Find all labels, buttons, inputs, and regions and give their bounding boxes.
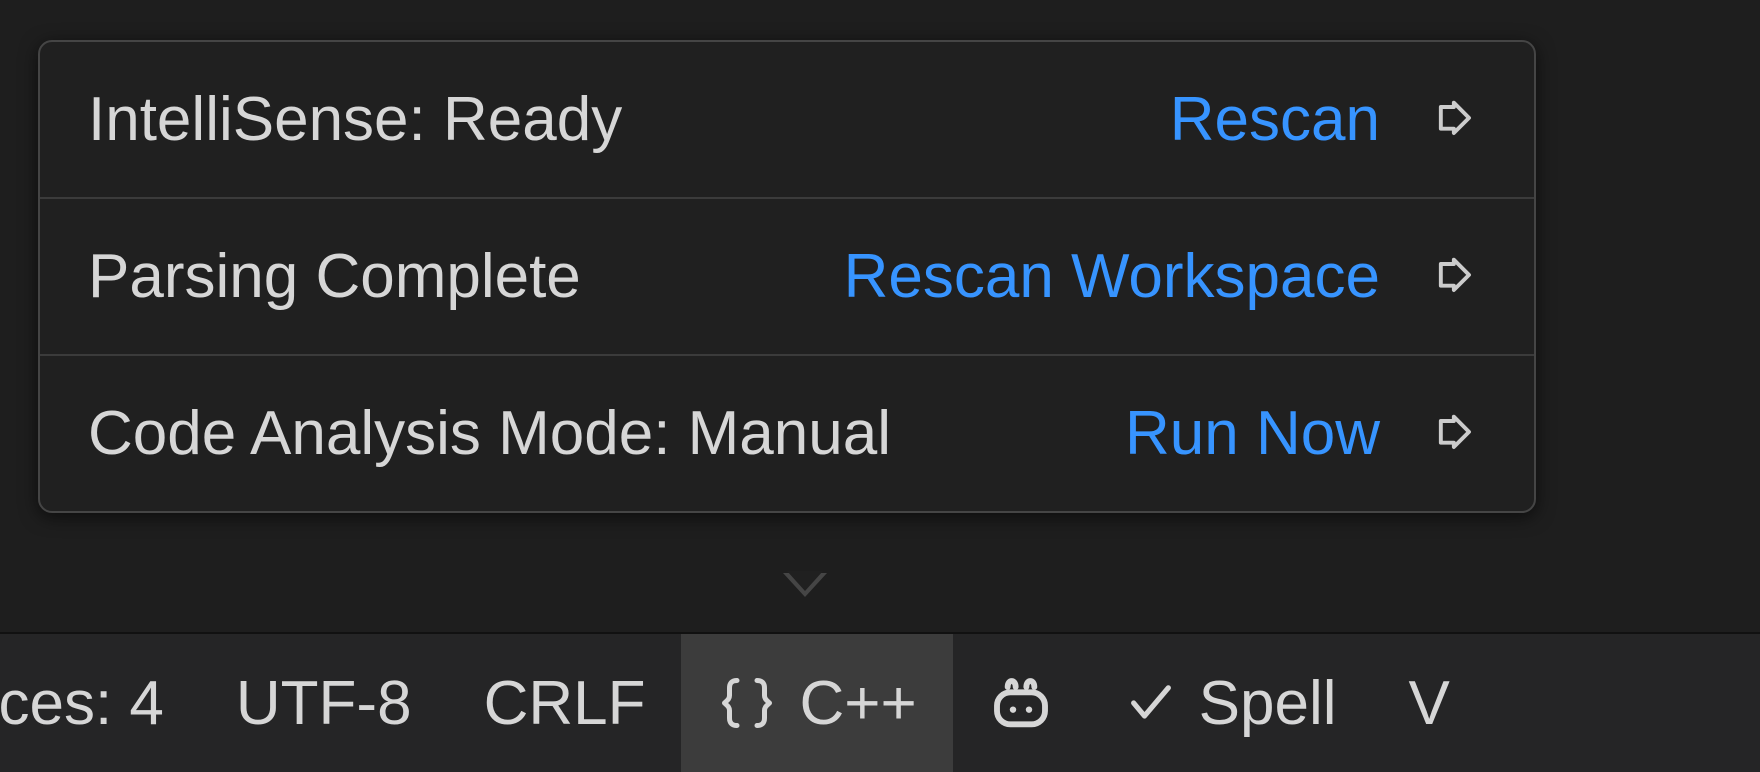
language-mode-label: C++ (799, 668, 916, 739)
copilot-status[interactable] (953, 634, 1089, 772)
popup-pointer (783, 573, 827, 597)
code-analysis-status-label: Code Analysis Mode: Manual (88, 398, 891, 469)
eol-status[interactable]: CRLF (448, 634, 682, 772)
language-mode-status[interactable]: C++ (681, 634, 952, 772)
encoding-label: UTF-8 (236, 668, 412, 739)
indentation-status[interactable]: aces: 4 (0, 634, 200, 772)
rescan-action[interactable]: Rescan (1170, 84, 1380, 155)
intellisense-status-label: IntelliSense: Ready (88, 84, 622, 155)
code-analysis-row-actions: Run Now (1125, 398, 1486, 469)
eol-label: CRLF (484, 668, 646, 739)
status-bar: aces: 4 UTF-8 CRLF C++ (0, 632, 1760, 772)
parsing-status-row: Parsing Complete Rescan Workspace (40, 199, 1534, 356)
indentation-label: aces: 4 (0, 668, 164, 739)
trailing-status-item[interactable]: V (1373, 634, 1450, 772)
code-analysis-status-row: Code Analysis Mode: Manual Run Now (40, 356, 1534, 511)
pin-icon[interactable] (1426, 404, 1486, 464)
spell-check-status[interactable]: Spell (1089, 634, 1373, 772)
pin-icon[interactable] (1426, 247, 1486, 307)
copilot-icon (989, 671, 1053, 735)
pin-icon[interactable] (1426, 90, 1486, 150)
intellisense-status-row: IntelliSense: Ready Rescan (40, 42, 1534, 199)
check-icon (1125, 677, 1177, 729)
parsing-status-label: Parsing Complete (88, 241, 581, 312)
spell-check-label: Spell (1199, 668, 1337, 739)
language-status-popup: IntelliSense: Ready Rescan Parsing Compl… (38, 40, 1536, 513)
parsing-row-actions: Rescan Workspace (844, 241, 1486, 312)
intellisense-row-actions: Rescan (1170, 84, 1486, 155)
braces-icon (717, 673, 777, 733)
encoding-status[interactable]: UTF-8 (200, 634, 448, 772)
rescan-workspace-action[interactable]: Rescan Workspace (844, 241, 1380, 312)
run-now-action[interactable]: Run Now (1125, 398, 1380, 469)
trailing-status-label: V (1409, 668, 1450, 739)
